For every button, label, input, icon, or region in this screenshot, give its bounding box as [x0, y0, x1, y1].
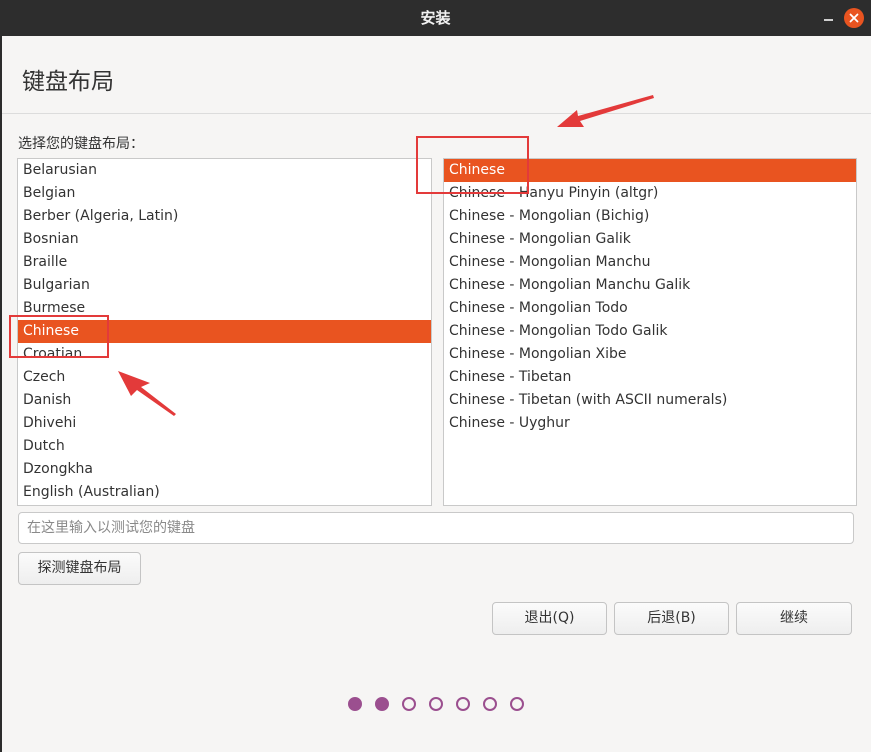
layout-list-item[interactable]: Dzongkha — [18, 458, 431, 481]
layout-list-item[interactable]: Bulgarian — [18, 274, 431, 297]
layout-list-item[interactable]: Croatian — [18, 343, 431, 366]
window-title: 安装 — [420, 9, 451, 27]
keyboard-layout-list[interactable]: Belarusian Belgian Berber (Algeria, Latin)… — [17, 158, 432, 506]
layout-list-item[interactable]: Danish — [18, 389, 431, 412]
variant-list-item[interactable]: Chinese - Hanyu Pinyin (altgr) — [444, 182, 856, 205]
layout-list-item[interactable]: Bosnian — [18, 228, 431, 251]
variant-list-item[interactable]: Chinese - Mongolian Manchu Galik — [444, 274, 856, 297]
progress-dot — [429, 697, 443, 711]
variant-list-item[interactable]: Chinese - Mongolian Manchu — [444, 251, 856, 274]
layout-list-item[interactable]: Czech — [18, 366, 431, 389]
back-button[interactable]: 后退(B) — [614, 602, 729, 635]
title-bar: 安装 — [0, 0, 871, 36]
layout-list-item[interactable]: Belgian — [18, 182, 431, 205]
variant-list-item[interactable]: Chinese - Mongolian Todo — [444, 297, 856, 320]
header-separator — [2, 113, 871, 114]
variant-list-item[interactable]: Chinese - Tibetan (with ASCII numerals) — [444, 389, 856, 412]
layout-list-item[interactable]: Braille — [18, 251, 431, 274]
variant-list-item[interactable]: Chinese - Mongolian Xibe — [444, 343, 856, 366]
progress-dot — [375, 697, 389, 711]
layout-list-item[interactable]: Dhivehi — [18, 412, 431, 435]
minimize-button[interactable] — [818, 8, 838, 28]
installer-window: 键盘布局 选择您的键盘布局： Belarusian Belgian Berber (… — [2, 36, 871, 752]
layout-list-item[interactable]: Chinese — [18, 320, 431, 343]
progress-dot — [402, 697, 416, 711]
continue-button[interactable]: 继续 — [736, 602, 852, 635]
keyboard-test-input[interactable] — [18, 512, 854, 544]
variant-list-item[interactable]: Chinese - Mongolian (Bichig) — [444, 205, 856, 228]
close-button[interactable] — [844, 8, 864, 28]
layout-prompt-label: 选择您的键盘布局： — [18, 136, 144, 152]
layout-list-item[interactable]: English (Australian) — [18, 481, 431, 504]
variant-list-item[interactable]: Chinese — [444, 159, 856, 182]
variant-list-item[interactable]: Chinese - Mongolian Todo Galik — [444, 320, 856, 343]
variant-list-item[interactable]: Chinese - Tibetan — [444, 366, 856, 389]
detect-layout-button[interactable]: 探测键盘布局 — [18, 552, 141, 585]
progress-dot — [348, 697, 362, 711]
variant-list-item[interactable]: Chinese - Mongolian Galik — [444, 228, 856, 251]
page-title: 键盘布局 — [22, 69, 114, 95]
quit-button[interactable]: 退出(Q) — [492, 602, 607, 635]
variant-list-item[interactable]: Chinese - Uyghur — [444, 412, 856, 435]
layout-list-item[interactable]: Belarusian — [18, 159, 431, 182]
layout-list-item[interactable]: Dutch — [18, 435, 431, 458]
layout-list-item[interactable]: Berber (Algeria, Latin) — [18, 205, 431, 228]
progress-dot — [456, 697, 470, 711]
keyboard-variant-list[interactable]: Chinese Chinese - Hanyu Pinyin (altgr) Chi… — [443, 158, 857, 506]
close-icon — [849, 13, 859, 23]
minimize-icon — [823, 19, 833, 21]
layout-list-item[interactable]: Burmese — [18, 297, 431, 320]
progress-dot — [483, 697, 497, 711]
progress-dot — [510, 697, 524, 711]
